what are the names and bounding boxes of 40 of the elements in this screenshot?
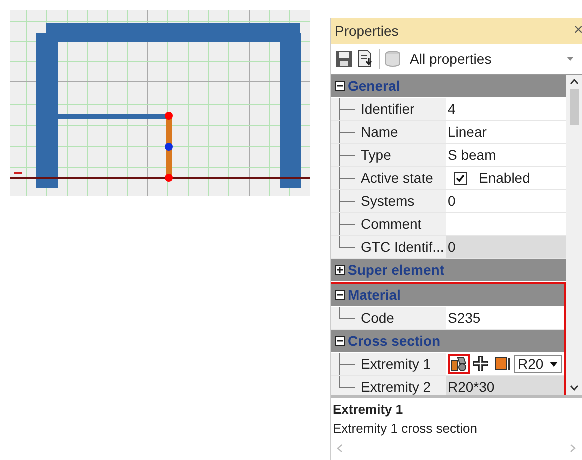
save-icon[interactable] <box>335 50 353 68</box>
collapse-icon[interactable] <box>335 336 345 346</box>
property-label: Identifier <box>361 101 415 117</box>
import-icon[interactable] <box>357 50 375 68</box>
scroll-up-icon[interactable] <box>570 79 578 85</box>
section-header[interactable]: Super element <box>331 259 566 282</box>
property-label: Name <box>361 124 398 140</box>
checkbox[interactable] <box>454 172 467 184</box>
section-dropdown[interactable]: R20 <box>514 355 562 373</box>
section-header[interactable]: Cross section <box>331 330 564 353</box>
section-header[interactable]: General <box>331 75 566 98</box>
scrollbar-thumb[interactable] <box>570 89 578 125</box>
checkbox-label: Enabled <box>479 170 530 186</box>
section-tool-icon[interactable] <box>448 354 470 374</box>
property-label: GTC Identif... <box>361 239 444 255</box>
property-label: Systems <box>361 193 415 209</box>
property-label: Type <box>361 147 392 163</box>
property-value: S235 <box>448 310 481 326</box>
property-label: Code <box>361 310 394 326</box>
property-value: Linear <box>448 124 487 140</box>
description-title: Extremity 1 <box>333 402 404 417</box>
close-button[interactable]: × <box>574 22 582 40</box>
property-value: S beam <box>448 147 496 163</box>
panel-title: Properties <box>335 23 399 39</box>
property-value: R20*30 <box>448 379 495 395</box>
caret-icon <box>550 362 558 366</box>
property-label: Active state <box>361 170 434 186</box>
property-label: Comment <box>361 216 422 232</box>
property-label: Extremity 2 <box>361 379 432 395</box>
property-value: 0 <box>448 239 456 255</box>
caret-icon <box>567 57 574 61</box>
expand-icon[interactable] <box>335 265 345 275</box>
scroll-down-icon[interactable] <box>570 385 578 391</box>
property-value: 4 <box>448 101 456 117</box>
collapse-icon[interactable] <box>335 290 345 300</box>
section-header[interactable]: Material <box>331 284 564 307</box>
property-label: Extremity 1 <box>361 356 432 372</box>
description-text: Extremity 1 cross section <box>333 421 478 436</box>
collapse-icon[interactable] <box>335 81 345 91</box>
property-value: 0 <box>448 193 456 209</box>
